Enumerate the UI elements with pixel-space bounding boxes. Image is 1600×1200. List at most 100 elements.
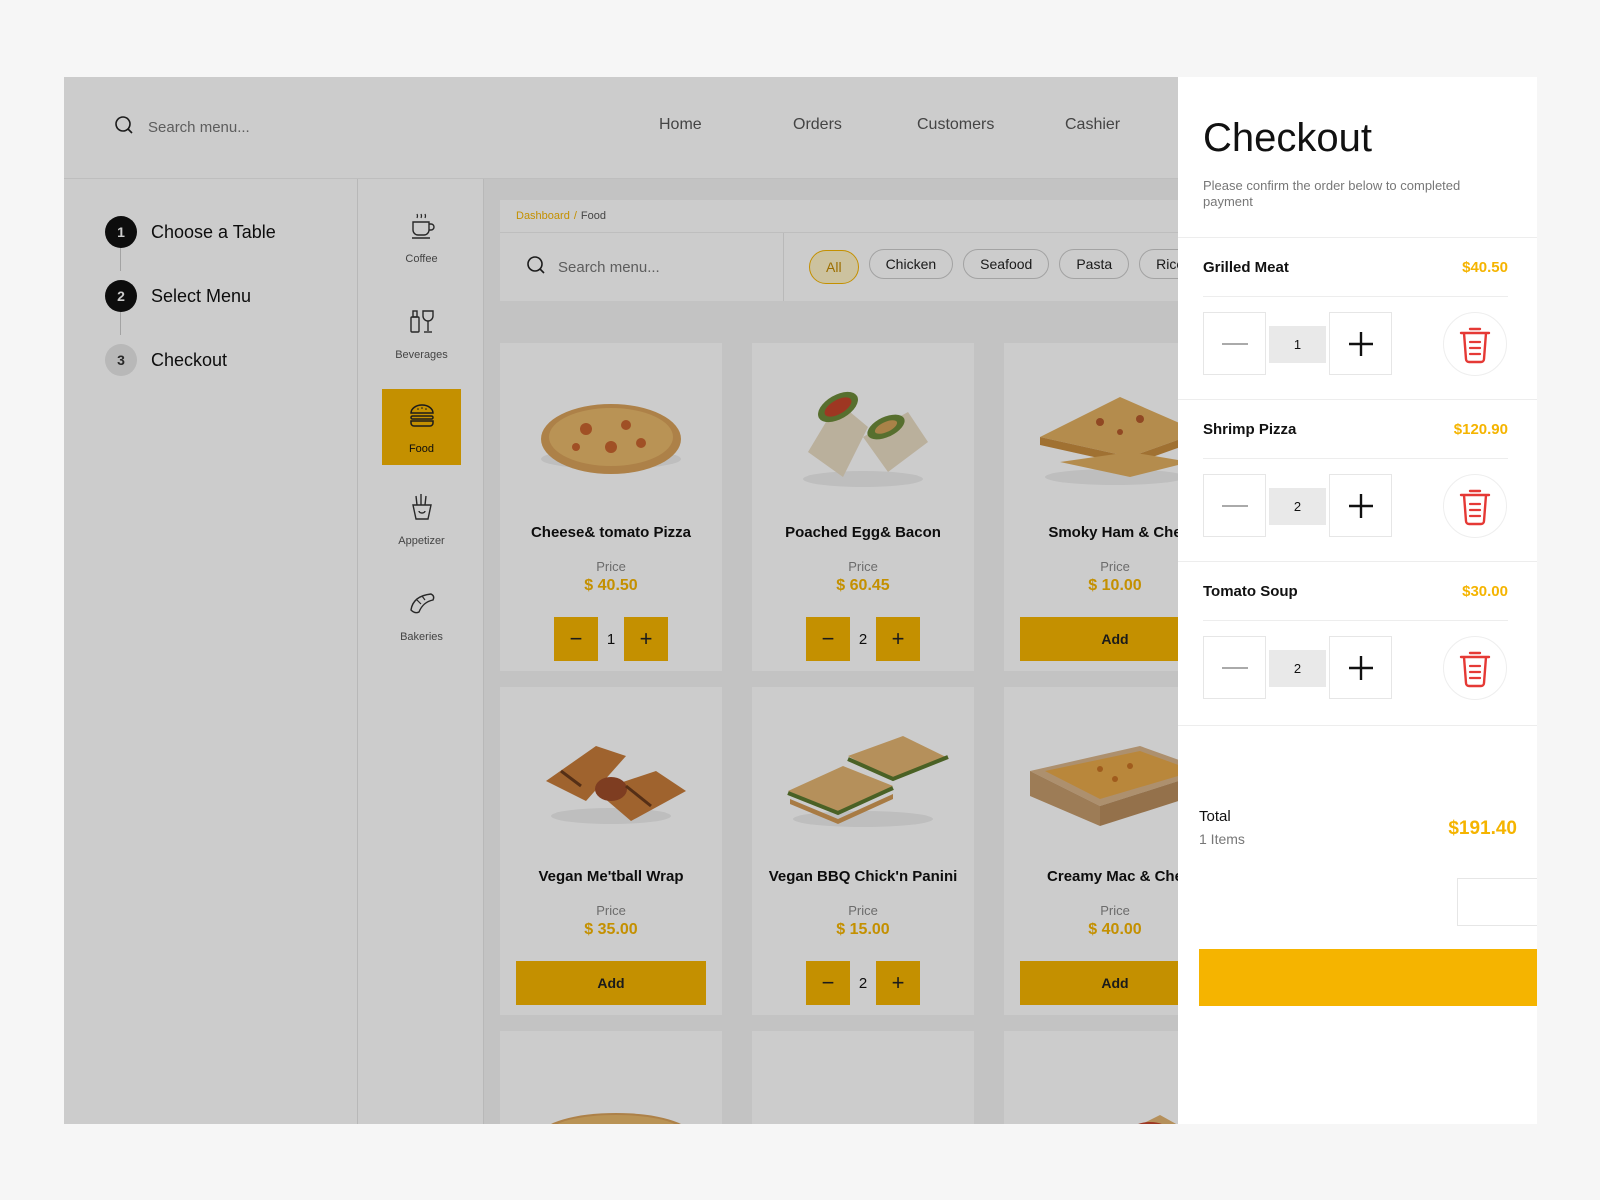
category-label: Beverages [395, 348, 448, 361]
add-button[interactable]: Add [1020, 617, 1178, 661]
product-name: Poached Egg& Bacon [785, 524, 941, 541]
order-item-name: Shrimp Pizza [1203, 420, 1297, 438]
checkout-input-field[interactable] [1457, 878, 1537, 926]
checkout-title: Checkout [1203, 116, 1372, 160]
breadcrumb-separator: / [573, 210, 577, 222]
decrement-button[interactable]: − [806, 617, 850, 661]
minus-icon [1221, 504, 1248, 507]
delete-button[interactable] [1443, 312, 1507, 376]
decrement-button[interactable]: − [806, 961, 850, 1005]
product-card[interactable]: Vegan Me'tball Wrap Price $ 35.00 Add [500, 687, 722, 1015]
quantity-value: 2 [1269, 488, 1326, 525]
order-item-header: Grilled Meat $40.50 [1203, 238, 1508, 297]
category-label: Coffee [405, 252, 438, 265]
nav-customers[interactable]: Customers [917, 116, 994, 134]
beverages-icon [407, 306, 437, 341]
wrap-image [546, 746, 686, 824]
price-label: Price [1100, 559, 1130, 574]
increment-button[interactable] [1329, 312, 1392, 375]
filter-all[interactable]: All [809, 250, 859, 284]
order-item-price: $40.50 [1462, 258, 1508, 276]
quantity-value: 2 [1269, 650, 1326, 687]
order-item-header: Tomato Soup $30.00 [1203, 562, 1508, 621]
price-label: Price [848, 559, 878, 574]
product-card[interactable]: Smoky Ham & Che Price $ 10.00 Add [1004, 343, 1178, 671]
product-name: Creamy Mac & Che [1047, 868, 1178, 885]
decrement-button[interactable] [1203, 312, 1266, 375]
filter-rice[interactable]: Rice [1139, 249, 1178, 279]
steps-sidebar: 1 Choose a Table 2 Select Menu 3 Checkou… [64, 179, 358, 1124]
product-name: Vegan BBQ Chick'n Panini [768, 868, 958, 885]
category-food[interactable]: Food [382, 389, 461, 465]
menu-content: Dashboard / Food All Chicken Seafood Pas… [484, 179, 1178, 1124]
delete-button[interactable] [1443, 474, 1507, 538]
increment-button[interactable]: + [876, 617, 920, 661]
category-beverages[interactable]: Beverages [382, 295, 461, 371]
product-card[interactable] [752, 1031, 974, 1124]
divider [1178, 725, 1537, 726]
order-item: Shrimp Pizza $120.90 2 [1178, 399, 1537, 559]
category-label: Bakeries [400, 630, 443, 643]
price-label: Price [596, 559, 626, 574]
filter-pasta[interactable]: Pasta [1059, 249, 1130, 279]
product-card[interactable]: Creamy Mac & Che Price $ 40.00 Add [1004, 687, 1178, 1015]
product-card[interactable]: Poached Egg& Bacon Price $ 60.45 − 2 + [752, 343, 974, 671]
order-item: Grilled Meat $40.50 1 [1178, 237, 1537, 397]
menu-area: Home Orders Customers Cashier 1 Choose a… [64, 77, 1178, 1124]
nav-cashier[interactable]: Cashier [1065, 116, 1120, 134]
top-search [114, 115, 348, 140]
coffee-icon [407, 210, 437, 245]
step-choose-table[interactable]: 1 Choose a Table [105, 216, 276, 248]
product-name: Smoky Ham & Che [1048, 524, 1178, 541]
decrement-button[interactable] [1203, 474, 1266, 537]
wrap-image [803, 391, 928, 487]
product-price: $ 40.50 [584, 577, 638, 594]
filter-seafood[interactable]: Seafood [963, 249, 1050, 279]
content-search-input[interactable] [558, 258, 758, 276]
items-count: 1 Items [1199, 831, 1245, 847]
panini-image [787, 736, 949, 827]
trash-icon [1459, 327, 1491, 364]
add-button[interactable]: Add [516, 961, 706, 1005]
product-card[interactable] [500, 1031, 722, 1124]
category-appetizer[interactable]: Appetizer [382, 481, 461, 557]
top-search-input[interactable] [148, 119, 348, 136]
product-price: $ 35.00 [584, 921, 638, 938]
decrement-button[interactable]: − [554, 617, 598, 661]
delete-button[interactable] [1443, 636, 1507, 700]
category-label: Appetizer [398, 534, 445, 547]
trash-icon [1459, 651, 1491, 688]
category-bakeries[interactable]: Bakeries [382, 577, 461, 653]
top-bar: Home Orders Customers Cashier [64, 77, 1178, 179]
breadcrumb-dashboard[interactable]: Dashboard [516, 210, 570, 222]
increment-button[interactable]: + [624, 617, 668, 661]
nav-home[interactable]: Home [659, 116, 702, 134]
product-card[interactable] [1004, 1031, 1178, 1124]
checkout-subtitle: Please confirm the order below to comple… [1203, 178, 1461, 209]
food-image [1138, 1115, 1177, 1124]
trash-icon [1459, 489, 1491, 526]
step-checkout[interactable]: 3 Checkout [105, 344, 227, 376]
increment-button[interactable] [1329, 474, 1392, 537]
increment-button[interactable] [1329, 636, 1392, 699]
product-card[interactable]: Cheese& tomato Pizza Price $ 40.50 − 1 + [500, 343, 722, 671]
order-item-header: Shrimp Pizza $120.90 [1203, 400, 1508, 459]
increment-button[interactable]: + [876, 961, 920, 1005]
step-select-menu[interactable]: 2 Select Menu [105, 280, 251, 312]
food-image [768, 1055, 958, 1124]
product-card[interactable]: Vegan BBQ Chick'n Panini Price $ 15.00 −… [752, 687, 974, 1015]
category-label: Food [408, 442, 435, 455]
nav-orders[interactable]: Orders [793, 116, 842, 134]
breadcrumb: Dashboard / Food [500, 200, 1178, 233]
add-button[interactable]: Add [1020, 961, 1178, 1005]
confirm-payment-button[interactable] [1199, 949, 1537, 1006]
sandwich-image [1040, 397, 1178, 485]
breadcrumb-current: Food [580, 210, 606, 222]
total-label: Total [1199, 808, 1231, 825]
category-coffee[interactable]: Coffee [382, 199, 461, 275]
price-label: Price [1100, 903, 1130, 918]
minus-icon [1221, 342, 1248, 345]
filter-chicken[interactable]: Chicken [868, 249, 954, 279]
decrement-button[interactable] [1203, 636, 1266, 699]
fries-icon [407, 492, 437, 527]
